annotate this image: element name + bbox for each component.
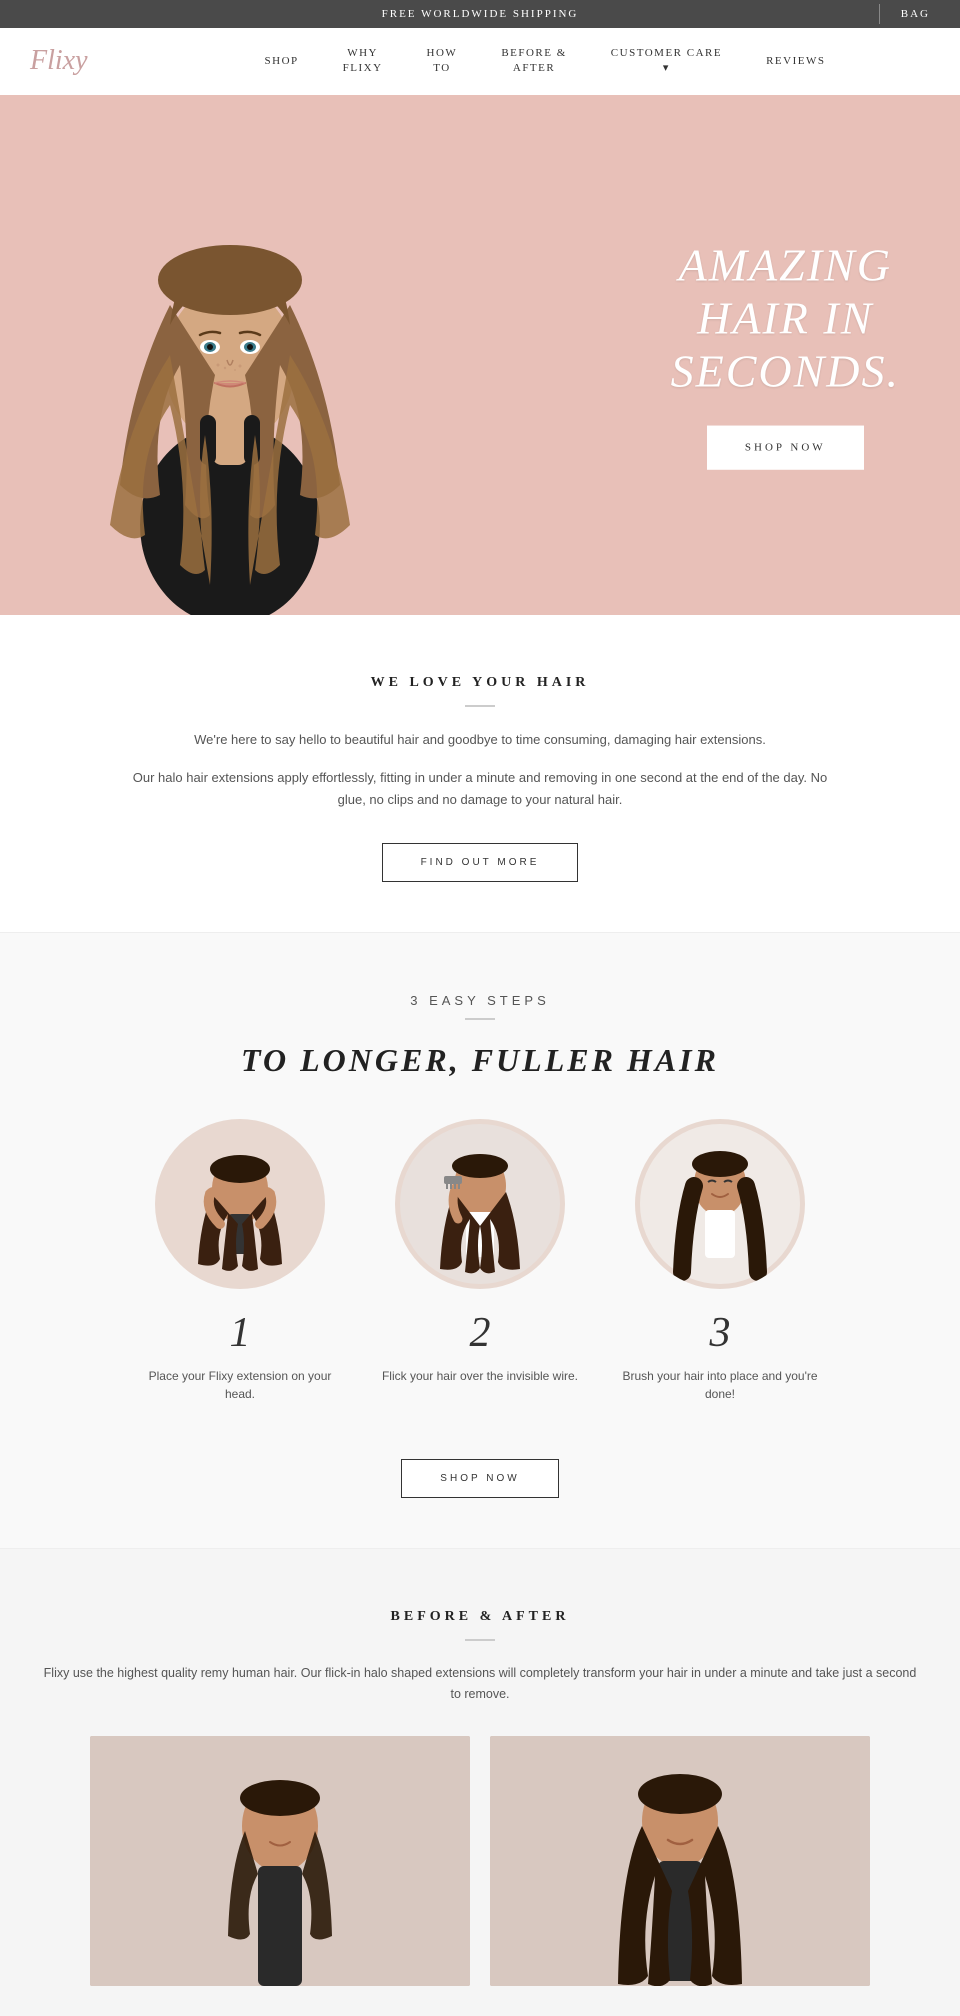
nav-item-customer-care[interactable]: CUSTOMER CARE ▾ [589,42,744,81]
step-1: 1 Place your Flixy extension on your hea… [140,1119,340,1403]
step-3-number: 3 [620,1309,820,1357]
nav-item-before-after[interactable]: BEFORE & AFTER [479,42,588,81]
step-3: 3 Brush your hair into place and you're … [620,1119,820,1403]
steps-main-heading: TO LONGER, FULLER HAIR [40,1042,920,1079]
love-para1: We're here to say hello to beautiful hai… [120,729,840,751]
ba-images-row [40,1736,920,1986]
step-2-number: 2 [380,1309,580,1357]
find-out-more-button[interactable]: FIND OUT MORE [382,843,579,882]
steps-sub-heading: 3 EASY STEPS [40,993,920,1008]
before-after-heading: BEFORE & AFTER [40,1609,920,1625]
step-2-image [400,1124,560,1284]
steps-section: 3 EASY STEPS TO LONGER, FULLER HAIR [0,932,960,1548]
nav-item-reviews[interactable]: REVIEWS [744,50,847,73]
step-3-desc: Brush your hair into place and you're do… [620,1367,820,1403]
love-heading: WE LOVE YOUR HAIR [120,675,840,691]
nav-item-how-to[interactable]: HOW TO [405,42,480,81]
nav-item-why-flixy[interactable]: WHY FLIXY [321,42,405,81]
top-bar: FREE WORLDWIDE SHIPPING BAG [0,0,960,28]
hero-content: AMAZING HAIR IN SECONDS. SHOP NOW [671,239,900,470]
before-svg [90,1736,470,1986]
love-section: WE LOVE YOUR HAIR We're here to say hell… [0,615,960,932]
navigation: Flixy SHOP WHY FLIXY HOW TO BEFORE & AFT… [0,28,960,95]
love-para2: Our halo hair extensions apply effortles… [120,767,840,811]
top-bar-divider [879,4,880,24]
step-3-image [640,1124,800,1284]
step-1-image [160,1124,320,1284]
step-1-number: 1 [140,1309,340,1357]
nav-links: SHOP WHY FLIXY HOW TO BEFORE & AFTER CUS… [160,42,930,81]
after-image [490,1736,870,1986]
step-2: 2 Flick your hair over the invisible wir… [380,1119,580,1403]
hero-section: AMAZING HAIR IN SECONDS. SHOP NOW [0,95,960,615]
step-3-circle [635,1119,805,1289]
after-svg [490,1736,870,1986]
step-1-desc: Place your Flixy extension on your head. [140,1367,340,1403]
hero-image [30,105,430,615]
steps-shop-now-button[interactable]: SHOP NOW [401,1459,558,1498]
hero-title: AMAZING HAIR IN SECONDS. [671,239,900,398]
shipping-text: FREE WORLDWIDE SHIPPING [382,8,579,20]
step-1-circle [155,1119,325,1289]
section-divider [465,705,495,707]
before-after-section: BEFORE & AFTER Flixy use the highest qua… [0,1548,960,2016]
before-after-para: Flixy use the highest quality remy human… [40,1663,920,1706]
nav-item-shop[interactable]: SHOP [243,50,321,73]
before-image [90,1736,470,1986]
step-2-desc: Flick your hair over the invisible wire. [380,1367,580,1385]
step-2-circle [395,1119,565,1289]
bag-button[interactable]: BAG [901,8,930,20]
hero-cta-button[interactable]: SHOP NOW [707,426,864,470]
logo[interactable]: Flixy [30,45,130,77]
steps-divider [465,1018,495,1020]
ba-divider [465,1639,495,1641]
steps-row: 1 Place your Flixy extension on your hea… [40,1119,920,1403]
